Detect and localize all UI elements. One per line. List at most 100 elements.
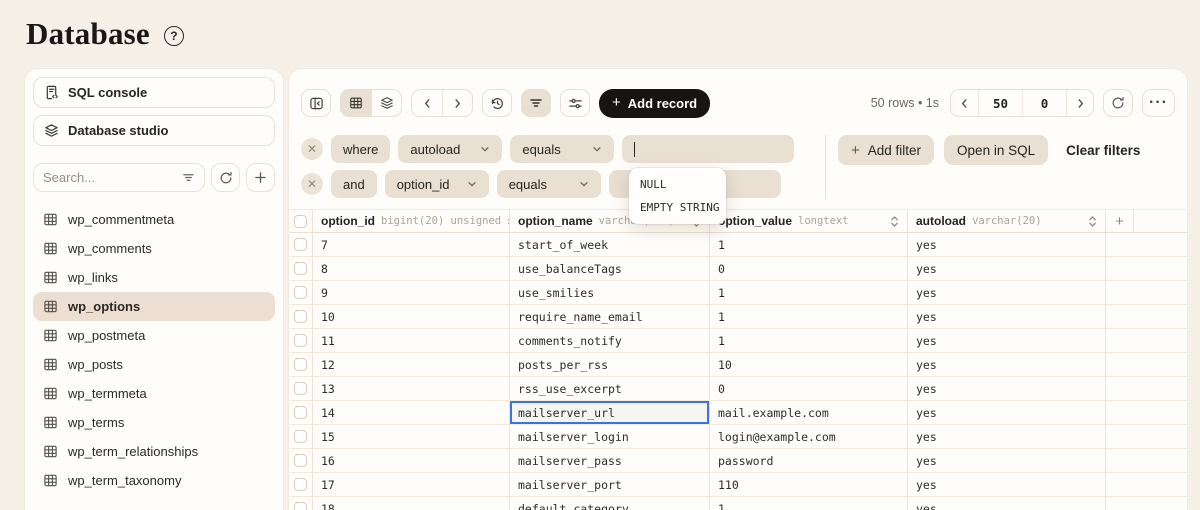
row-checkbox[interactable]: [294, 310, 307, 323]
row-checkbox[interactable]: [294, 502, 307, 510]
cell-option_id[interactable]: 18: [313, 497, 510, 510]
clear-filters-button[interactable]: Clear filters: [1058, 135, 1148, 165]
database-studio-button[interactable]: Database studio: [33, 115, 275, 146]
filter-column-select[interactable]: option_id: [384, 170, 489, 198]
sort-icon[interactable]: [890, 215, 899, 228]
column-header-option_id[interactable]: option_id bigint(20) unsigned: [313, 210, 510, 232]
cell-option_value[interactable]: 0: [710, 257, 908, 280]
cell-option_value[interactable]: mail.example.com: [710, 401, 908, 424]
remove-filter-icon[interactable]: ✕: [301, 173, 323, 195]
cell-autoload[interactable]: yes: [908, 401, 1106, 424]
cell-autoload[interactable]: yes: [908, 233, 1106, 256]
add-record-button[interactable]: + Add record: [599, 88, 711, 118]
cell-option_id[interactable]: 11: [313, 329, 510, 352]
forward-button[interactable]: [442, 90, 472, 116]
cell-autoload[interactable]: yes: [908, 329, 1106, 352]
cell-autoload[interactable]: yes: [908, 305, 1106, 328]
sidebar-item-wp_comments[interactable]: wp_comments: [33, 234, 275, 263]
suggestion-empty-string[interactable]: EMPTY STRING: [629, 196, 726, 219]
row-checkbox[interactable]: [294, 478, 307, 491]
cell-option_id[interactable]: 16: [313, 449, 510, 472]
collapse-sidebar-button[interactable]: [301, 89, 331, 117]
table-view-button[interactable]: [341, 90, 371, 116]
filter-column-select[interactable]: autoload: [398, 135, 503, 163]
cell-option_id[interactable]: 10: [313, 305, 510, 328]
history-button[interactable]: [482, 89, 512, 117]
search-input[interactable]: [43, 170, 176, 185]
add-filter-button[interactable]: + Add filter: [838, 135, 935, 165]
cell-option_id[interactable]: 8: [313, 257, 510, 280]
sidebar-item-wp_options[interactable]: wp_options: [33, 292, 275, 321]
cell-autoload[interactable]: yes: [908, 281, 1106, 304]
cell-option_name[interactable]: use_balanceTags: [510, 257, 710, 280]
more-options-button[interactable]: ···: [1142, 89, 1175, 117]
cell-option_name[interactable]: require_name_email: [510, 305, 710, 328]
column-header-option_value[interactable]: option_value longtext: [710, 210, 908, 232]
cell-autoload[interactable]: yes: [908, 497, 1106, 510]
sidebar-item-wp_commentmeta[interactable]: wp_commentmeta: [33, 205, 275, 234]
help-icon[interactable]: ?: [163, 26, 184, 46]
sidebar-item-wp_postmeta[interactable]: wp_postmeta: [33, 321, 275, 350]
page-prev-button[interactable]: [951, 90, 978, 116]
cell-option_id[interactable]: 9: [313, 281, 510, 304]
row-checkbox[interactable]: [294, 262, 307, 275]
row-checkbox[interactable]: [294, 238, 307, 251]
add-column-button[interactable]: +: [1106, 210, 1134, 232]
cell-option_id[interactable]: 12: [313, 353, 510, 376]
filter-operator-select[interactable]: equals: [510, 135, 615, 163]
page-size-field[interactable]: 50: [978, 90, 1022, 116]
search-box[interactable]: [33, 163, 205, 192]
cell-option_id[interactable]: 13: [313, 377, 510, 400]
cell-option_value[interactable]: login@example.com: [710, 425, 908, 448]
row-checkbox[interactable]: [294, 358, 307, 371]
cell-option_name[interactable]: start_of_week: [510, 233, 710, 256]
cell-option_name[interactable]: mailserver_login: [510, 425, 710, 448]
refresh-grid-button[interactable]: [1103, 89, 1134, 117]
filter-operator-select[interactable]: equals: [496, 170, 601, 198]
cell-option_name[interactable]: default_category: [510, 497, 710, 510]
row-checkbox[interactable]: [294, 406, 307, 419]
page-next-button[interactable]: [1066, 90, 1093, 116]
filter-toggle-button[interactable]: [521, 89, 551, 117]
sidebar-item-wp_links[interactable]: wp_links: [33, 263, 275, 292]
cell-autoload[interactable]: yes: [908, 473, 1106, 496]
cell-autoload[interactable]: yes: [908, 377, 1106, 400]
cell-option_value[interactable]: password: [710, 449, 908, 472]
cell-option_name[interactable]: use_smilies: [510, 281, 710, 304]
filter-value-input[interactable]: [622, 135, 795, 163]
row-checkbox[interactable]: [294, 334, 307, 347]
sidebar-item-wp_term_relationships[interactable]: wp_term_relationships: [33, 437, 275, 466]
sidebar-item-wp_terms[interactable]: wp_terms: [33, 408, 275, 437]
cell-option_name[interactable]: posts_per_rss: [510, 353, 710, 376]
cell-autoload[interactable]: yes: [908, 425, 1106, 448]
cell-option_name[interactable]: mailserver_url: [510, 401, 710, 424]
refresh-tables-button[interactable]: [211, 163, 240, 192]
add-table-button[interactable]: [246, 163, 275, 192]
back-button[interactable]: [412, 90, 442, 116]
row-checkbox[interactable]: [294, 382, 307, 395]
cell-option_name[interactable]: mailserver_port: [510, 473, 710, 496]
cell-option_name[interactable]: comments_notify: [510, 329, 710, 352]
cell-option_value[interactable]: 0: [710, 377, 908, 400]
sidebar-item-wp_posts[interactable]: wp_posts: [33, 350, 275, 379]
sort-icon[interactable]: [1088, 215, 1097, 228]
page-offset-field[interactable]: 0: [1022, 90, 1066, 116]
suggestion-null[interactable]: NULL: [629, 173, 726, 196]
cell-autoload[interactable]: yes: [908, 353, 1106, 376]
cell-autoload[interactable]: yes: [908, 449, 1106, 472]
open-in-sql-button[interactable]: Open in SQL: [944, 135, 1049, 165]
cell-option_name[interactable]: mailserver_pass: [510, 449, 710, 472]
remove-filter-icon[interactable]: ✕: [301, 138, 323, 160]
select-all-checkbox[interactable]: [294, 214, 307, 228]
cell-option_name[interactable]: rss_use_excerpt: [510, 377, 710, 400]
cell-option_value[interactable]: 10: [710, 353, 908, 376]
cell-option_id[interactable]: 14: [313, 401, 510, 424]
cell-option_id[interactable]: 15: [313, 425, 510, 448]
settings-sliders-button[interactable]: [560, 89, 590, 117]
cell-option_value[interactable]: 1: [710, 329, 908, 352]
column-header-autoload[interactable]: autoload varchar(20): [908, 210, 1106, 232]
sidebar-item-wp_term_taxonomy[interactable]: wp_term_taxonomy: [33, 466, 275, 495]
structure-view-button[interactable]: [371, 90, 401, 116]
sql-console-button[interactable]: SQL console: [33, 77, 275, 108]
cell-option_value[interactable]: 1: [710, 281, 908, 304]
